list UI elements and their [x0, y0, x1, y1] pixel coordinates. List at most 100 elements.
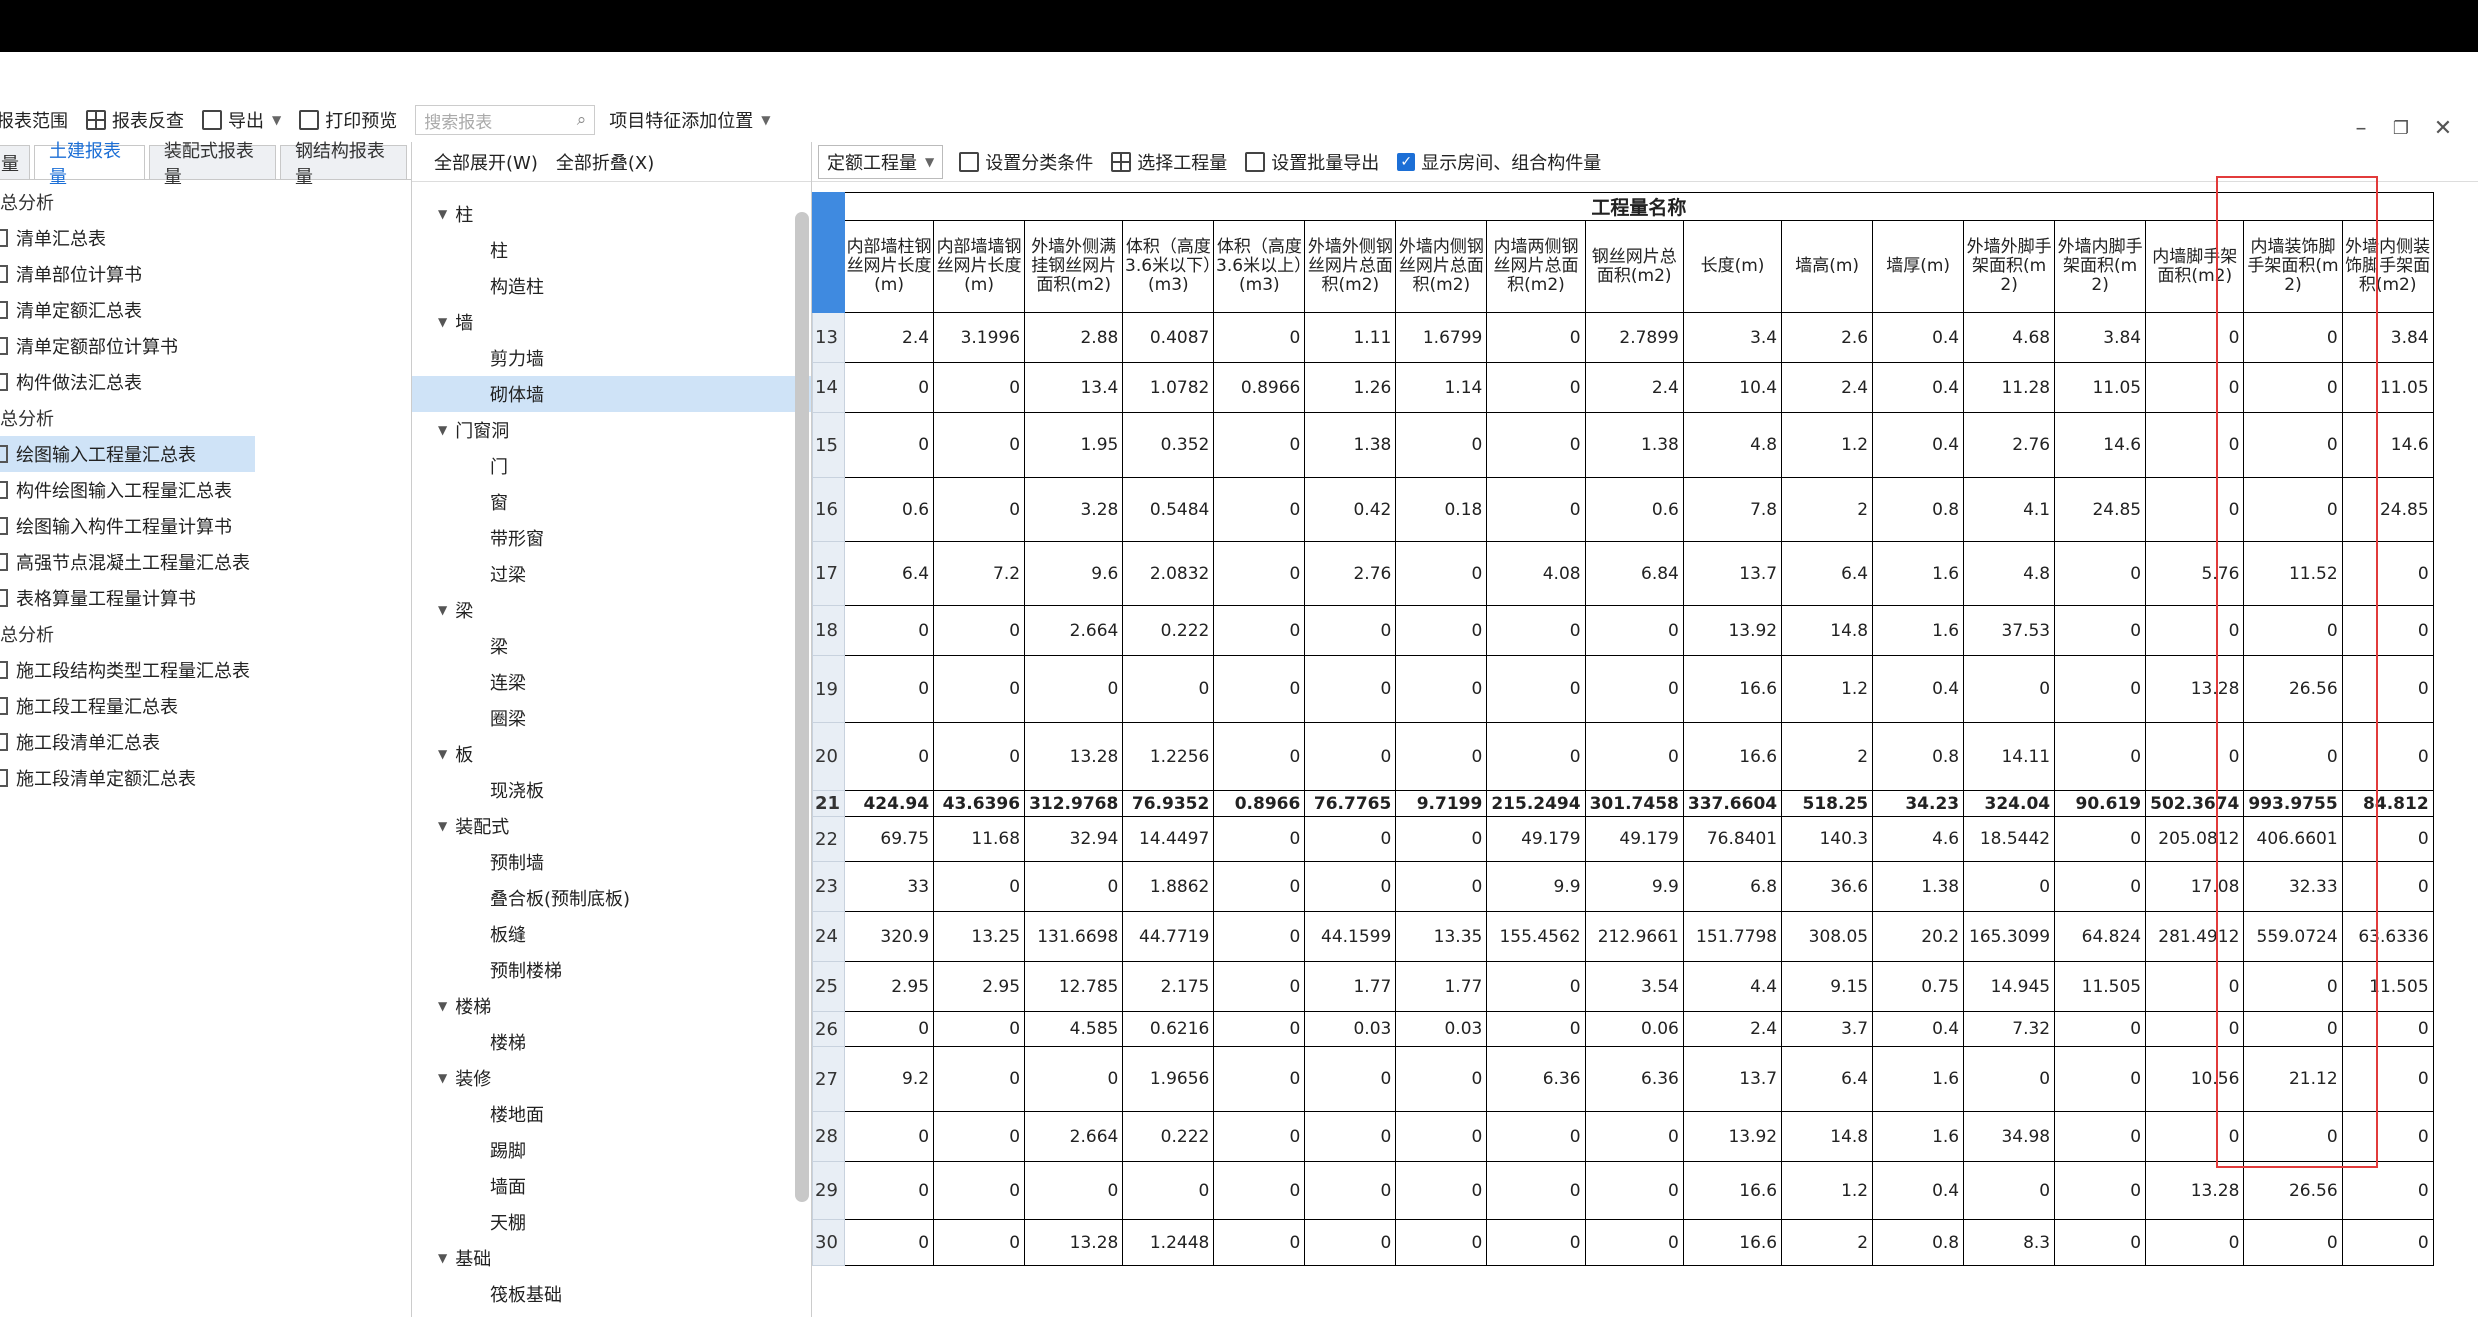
table-cell[interactable]: 0 — [2054, 605, 2147, 656]
row-number[interactable]: 29 — [811, 1161, 846, 1220]
table-row[interactable]: 21 424.94 43.6396 312.9768 76.9352 0.8966 76.7… — [811, 790, 2434, 817]
table-cell[interactable]: 0.222 — [1122, 1111, 1215, 1162]
table-cell[interactable]: 320.9 — [844, 911, 935, 962]
expand-arrow-icon[interactable]: ▼ — [438, 423, 447, 437]
table-cell[interactable]: 7.8 — [1682, 477, 1783, 542]
table-cell[interactable]: 4.1 — [1963, 477, 2056, 542]
table-cell[interactable]: 0 — [1213, 312, 1306, 363]
table-cell[interactable]: 37.53 — [1963, 605, 2056, 656]
table-cell[interactable]: 14.8 — [1781, 1111, 1874, 1162]
tree-group[interactable]: ▼ 柱 — [412, 196, 811, 232]
table-cell[interactable]: 2.88 — [1024, 312, 1124, 363]
table-row[interactable]: 16 0.6 0 3.28 0.5484 0 0.42 0.18 0 0.6 7.8 2 0.8 4.1 2… — [811, 477, 2434, 542]
table-cell[interactable]: 0 — [2243, 722, 2343, 791]
table-cell[interactable]: 1.38 — [1872, 861, 1965, 912]
expand-arrow-icon[interactable]: ▼ — [438, 315, 447, 329]
table-cell[interactable]: 6.36 — [1584, 1046, 1684, 1112]
table-cell[interactable]: 36.6 — [1781, 861, 1874, 912]
table-cell[interactable]: 13.35 — [1395, 911, 1488, 962]
table-cell[interactable]: 0 — [1213, 1219, 1306, 1266]
table-cell[interactable]: 0.8 — [1872, 722, 1965, 791]
row-number[interactable]: 25 — [811, 961, 846, 1012]
table-cell[interactable]: 6.36 — [1486, 1046, 1586, 1112]
table-row[interactable]: 13 2.4 3.1996 2.88 0.4087 0 1.11 1.6799 0 2.7899 3… — [811, 312, 2434, 363]
table-cell[interactable]: 10.56 — [2145, 1046, 2245, 1112]
table-cell[interactable]: 11.05 — [2341, 362, 2434, 413]
table-corner[interactable] — [811, 192, 846, 313]
report-section[interactable]: 汇总分析 — [0, 400, 411, 436]
table-cell[interactable]: 0 — [1486, 412, 1586, 478]
table-cell[interactable]: 0 — [1963, 861, 2056, 912]
tree-leaf[interactable]: 预制墙 — [412, 844, 811, 880]
table-cell[interactable]: 12.785 — [1024, 961, 1124, 1012]
table-cell[interactable]: 9.7199 — [1395, 790, 1488, 817]
report-item[interactable]: 清单汇总表 — [0, 220, 411, 256]
table-cell[interactable]: 0 — [2145, 412, 2245, 478]
table-cell[interactable]: 0 — [2145, 722, 2245, 791]
table-cell[interactable]: 2.0832 — [1122, 541, 1215, 606]
table-row[interactable]: 24 320.9 13.25 131.6698 44.7719 0 44.1599 13.35… — [811, 911, 2434, 962]
tree-leaf[interactable]: 连梁 — [412, 664, 811, 700]
tree-leaf[interactable]: 预制楼梯 — [412, 952, 811, 988]
tree-leaf[interactable]: 过梁 — [412, 556, 811, 592]
table-cell[interactable]: 131.6698 — [1024, 911, 1124, 962]
table-cell[interactable]: 993.9755 — [2243, 790, 2343, 817]
table-row[interactable]: 14 0 0 13.4 1.0782 0.8966 1.26 1.14 0 2.4 10.4 2.4 0… — [811, 362, 2434, 413]
table-cell[interactable]: 308.05 — [1781, 911, 1874, 962]
table-cell[interactable]: 0 — [1486, 1111, 1586, 1162]
table-cell[interactable]: 0 — [1486, 1011, 1586, 1047]
column-header[interactable]: 体积（高度3.6米以下）(m3) — [1122, 220, 1215, 313]
tree-group[interactable]: ▼ 楼梯 — [412, 988, 811, 1024]
table-cell[interactable]: 0 — [2341, 816, 2434, 862]
table-cell[interactable]: 14.8 — [1781, 605, 1874, 656]
table-cell[interactable]: 4.585 — [1024, 1011, 1124, 1047]
tree-leaf[interactable]: 楼梯 — [412, 1024, 811, 1060]
table-cell[interactable]: 281.4912 — [2145, 911, 2245, 962]
table-cell[interactable]: 165.3099 — [1963, 911, 2056, 962]
table-cell[interactable]: 34.23 — [1872, 790, 1965, 817]
table-cell[interactable]: 0.8966 — [1213, 790, 1306, 817]
table-cell[interactable]: 0.8 — [1872, 1219, 1965, 1266]
table-cell[interactable]: 1.14 — [1395, 362, 1488, 413]
table-row[interactable]: 22 69.75 11.68 32.94 14.4497 0 0 0 49.179 49.179 7… — [811, 816, 2434, 862]
table-cell[interactable]: 0 — [2243, 1219, 2343, 1266]
tree-leaf[interactable]: 板缝 — [412, 916, 811, 952]
table-cell[interactable]: 0 — [1395, 816, 1488, 862]
table-cell[interactable]: 11.68 — [933, 816, 1026, 862]
expand-all-button[interactable]: 全部展开(W) — [434, 149, 538, 175]
table-cell[interactable]: 0 — [1024, 655, 1124, 723]
table-cell[interactable]: 0 — [2341, 1011, 2434, 1047]
table-cell[interactable]: 215.2494 — [1486, 790, 1586, 817]
expand-arrow-icon[interactable]: ▼ — [438, 819, 447, 833]
table-cell[interactable]: 16.6 — [1682, 655, 1783, 723]
table-row[interactable]: 23 33 0 0 1.8862 0 0 0 9.9 9.9 6.8 36.6 1.38 0 0 17.08 3… — [811, 861, 2434, 912]
report-section[interactable]: 汇总分析 — [0, 184, 411, 220]
table-cell[interactable]: 0 — [2243, 312, 2343, 363]
print-preview-button[interactable]: 打印预览 — [299, 107, 397, 133]
table-cell[interactable]: 0 — [2341, 541, 2434, 606]
collapse-all-button[interactable]: 全部折叠(X) — [556, 149, 654, 175]
tree-group[interactable]: ▼ 门窗洞 — [412, 412, 811, 448]
table-cell[interactable]: 0 — [1213, 1111, 1306, 1162]
table-row[interactable]: 17 6.4 7.2 9.6 2.0832 0 2.76 0 4.08 6.84 13.7 6.4 1.… — [811, 541, 2434, 606]
table-cell[interactable]: 0.6 — [844, 477, 935, 542]
table-cell[interactable]: 0.8 — [1872, 477, 1965, 542]
table-cell[interactable]: 16.6 — [1682, 1161, 1783, 1220]
table-cell[interactable]: 0 — [1395, 412, 1488, 478]
table-cell[interactable]: 0 — [1304, 1219, 1397, 1266]
table-cell[interactable]: 76.7765 — [1304, 790, 1397, 817]
report-item[interactable]: 绘图输入工程量汇总表 — [0, 436, 255, 472]
table-cell[interactable]: 2.4 — [1584, 362, 1684, 413]
table-cell[interactable]: 406.6601 — [2243, 816, 2343, 862]
table-cell[interactable]: 0 — [1395, 541, 1488, 606]
batch-export-button[interactable]: 设置批量导出 — [1245, 149, 1379, 175]
table-cell[interactable]: 1.6 — [1872, 1111, 1965, 1162]
table-cell[interactable]: 559.0724 — [2243, 911, 2343, 962]
tree-group[interactable]: ▼ 墙 — [412, 304, 811, 340]
table-cell[interactable]: 0 — [844, 1111, 935, 1162]
table-cell[interactable]: 1.9656 — [1122, 1046, 1215, 1112]
table-cell[interactable]: 2.4 — [1682, 1011, 1783, 1047]
table-cell[interactable]: 0 — [2243, 605, 2343, 656]
tree-leaf[interactable]: 门 — [412, 448, 811, 484]
set-category-button[interactable]: 设置分类条件 — [959, 149, 1093, 175]
